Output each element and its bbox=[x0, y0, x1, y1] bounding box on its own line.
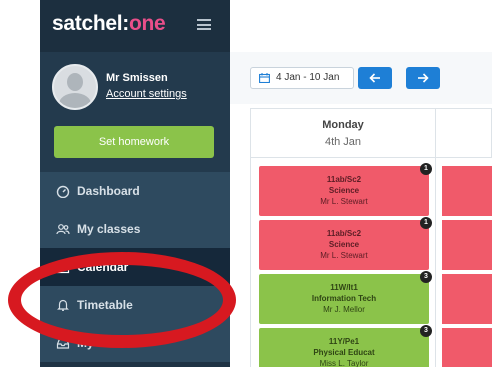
sidebar-item-label: Calendar bbox=[77, 260, 129, 274]
brand-prefix: satchel: bbox=[52, 12, 129, 35]
lesson-count-badge: 1 bbox=[420, 217, 432, 229]
bell-icon bbox=[57, 299, 69, 311]
lesson-teacher: Mr L. Stewart bbox=[320, 251, 368, 260]
next-week-button[interactable] bbox=[406, 67, 440, 89]
lesson-block[interactable]: 11ab/Sc2 Science Mr L. Stewart 1 bbox=[259, 163, 432, 216]
people-icon bbox=[56, 224, 70, 235]
sidebar-item-label: My bbox=[77, 336, 94, 350]
arrow-right-icon bbox=[418, 73, 429, 83]
sidebar: satchel:one Mr Smissen Account settings … bbox=[40, 0, 230, 367]
previous-week-button[interactable] bbox=[358, 67, 392, 89]
arrow-left-icon bbox=[369, 73, 380, 83]
sidebar-item-label: Timetable bbox=[77, 298, 133, 312]
lesson-block-partial[interactable] bbox=[442, 274, 492, 324]
lesson-teacher: Mr L. Stewart bbox=[320, 197, 368, 206]
brand-logo[interactable]: satchel:one bbox=[52, 12, 166, 36]
date-range-picker[interactable]: 4 Jan - 10 Jan bbox=[250, 67, 354, 89]
brand-accent: one bbox=[128, 12, 166, 35]
lesson-class: 11W/It1 bbox=[330, 283, 358, 292]
day-date: 4th Jan bbox=[324, 136, 362, 148]
account-settings-link[interactable]: Account settings bbox=[106, 88, 187, 100]
lesson-subject: Science bbox=[328, 240, 360, 249]
user-avatar-icon bbox=[52, 64, 98, 110]
lesson-teacher: Miss L. Taylor bbox=[319, 359, 369, 367]
sidebar-item-dashboard[interactable]: Dashboard bbox=[40, 172, 230, 210]
lesson-class: 11ab/Sc2 bbox=[326, 175, 362, 184]
lesson-subject: Physical Educat bbox=[313, 348, 375, 357]
calendar-icon bbox=[259, 73, 270, 83]
sidebar-item-timetable[interactable]: Timetable bbox=[40, 286, 230, 324]
main-panel: 4 Jan - 10 Jan Monday 4th Jan 11ab/Sc2 S… bbox=[230, 0, 492, 367]
sidebar-item-label: My classes bbox=[77, 222, 141, 236]
day-header-monday: Monday 4th Jan bbox=[250, 108, 436, 158]
sidebar-item-calendar[interactable]: Calendar bbox=[40, 248, 230, 286]
sidebar-item-my-classes[interactable]: My classes bbox=[40, 210, 230, 248]
lesson-class: 11ab/Sc2 bbox=[326, 229, 362, 238]
lesson-count-badge: 3 bbox=[420, 271, 432, 283]
timetable-column-monday: 11ab/Sc2 Science Mr L. Stewart 1 11ab/Sc… bbox=[250, 158, 436, 367]
date-range-label: 4 Jan - 10 Jan bbox=[276, 72, 340, 83]
calendar-icon bbox=[56, 261, 70, 274]
lesson-teacher: Mr J. Mellor bbox=[323, 305, 365, 314]
sidebar-item-my[interactable]: My bbox=[40, 324, 230, 362]
hamburger-icon[interactable] bbox=[197, 19, 211, 30]
day-header-next bbox=[436, 108, 492, 158]
lesson-class: 11Y/Pe1 bbox=[328, 337, 360, 346]
user-name: Mr Smissen bbox=[106, 72, 168, 84]
brand-bar: satchel:one bbox=[40, 0, 230, 52]
sidebar-item-label: Dashboard bbox=[77, 184, 140, 198]
lesson-block-partial[interactable] bbox=[442, 328, 492, 367]
lesson-subject: Science bbox=[328, 186, 360, 195]
screenshot-stage: satchel:one Mr Smissen Account settings … bbox=[0, 0, 492, 367]
lesson-block[interactable]: 11W/It1 Information Tech Mr J. Mellor 3 bbox=[259, 271, 432, 324]
set-homework-button[interactable]: Set homework bbox=[54, 126, 214, 158]
gauge-icon bbox=[56, 185, 70, 198]
lesson-block-partial[interactable] bbox=[442, 220, 492, 270]
lesson-block-partial[interactable] bbox=[442, 166, 492, 216]
inbox-icon bbox=[56, 338, 70, 349]
lesson-count-badge: 3 bbox=[420, 325, 432, 337]
day-name: Monday bbox=[322, 119, 364, 131]
lesson-block[interactable]: 11ab/Sc2 Science Mr L. Stewart 1 bbox=[259, 217, 432, 270]
lesson-block[interactable]: 11Y/Pe1 Physical Educat Miss L. Taylor 3 bbox=[259, 325, 432, 367]
profile-panel: Mr Smissen Account settings Set homework bbox=[40, 52, 230, 172]
lesson-count-badge: 1 bbox=[420, 163, 432, 175]
lesson-subject: Information Tech bbox=[311, 294, 377, 303]
